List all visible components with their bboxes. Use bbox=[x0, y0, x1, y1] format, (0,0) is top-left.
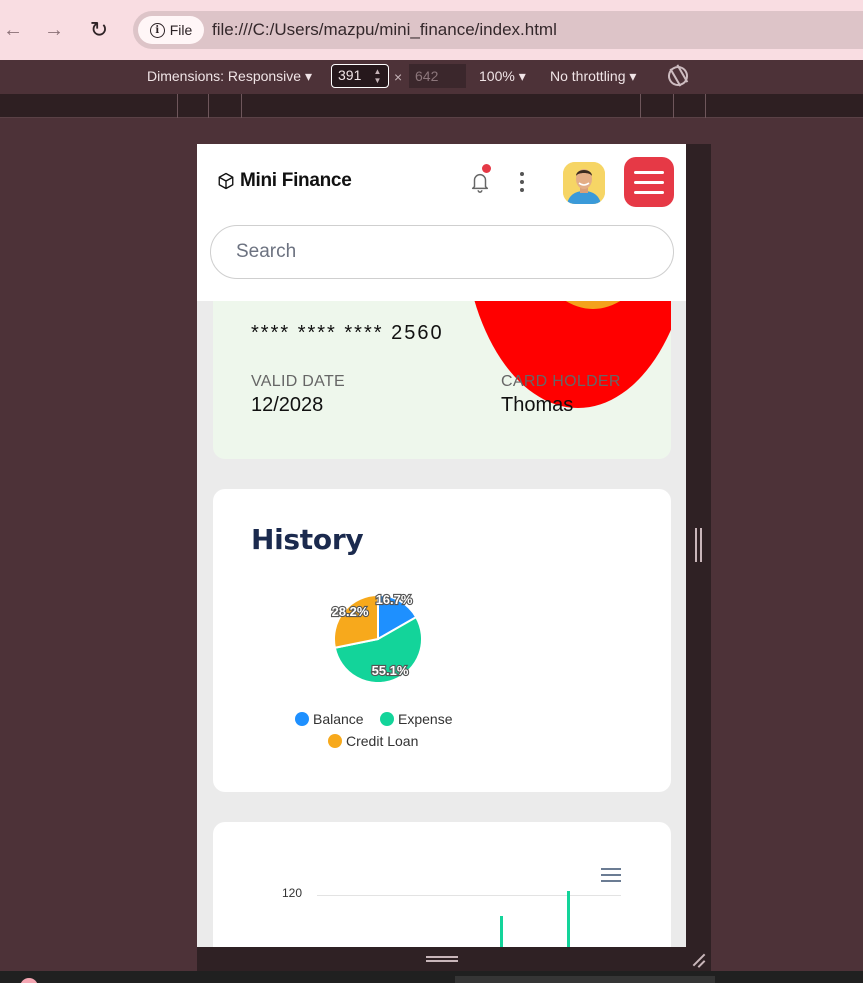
notification-dot bbox=[482, 164, 491, 173]
pie-data-label: 16.7% bbox=[376, 592, 413, 607]
reload-icon[interactable]: ↻ bbox=[86, 16, 112, 44]
pie-data-label: 28.2% bbox=[332, 604, 369, 619]
viewport-bottom-edge bbox=[197, 947, 711, 971]
ruler-tick bbox=[640, 94, 641, 118]
menu-bar bbox=[634, 190, 664, 194]
legend-dot bbox=[380, 712, 394, 726]
width-value: 391 bbox=[338, 67, 362, 83]
site-header: Mini Finance Search bbox=[197, 144, 686, 301]
avatar[interactable] bbox=[563, 162, 605, 204]
file-label: File bbox=[169, 22, 193, 38]
device-toolbar: Dimensions: Responsive ▾ 391 ▲ ▼ × 642 10… bbox=[0, 60, 863, 94]
resize-handle-bottom[interactable] bbox=[426, 956, 458, 962]
dimension-separator: × bbox=[394, 69, 403, 85]
emulated-viewport: **** **** **** 2560 VALID DATE 12/2028 C… bbox=[197, 144, 686, 947]
throttling-dropdown[interactable]: No throttling ▾ bbox=[550, 68, 636, 85]
height-input[interactable]: 642 bbox=[409, 64, 466, 88]
search-input[interactable]: Search bbox=[210, 225, 674, 279]
gridline bbox=[317, 895, 621, 896]
menu-bar bbox=[634, 170, 664, 174]
rotate-icon[interactable] bbox=[664, 62, 692, 90]
dimensions-dropdown[interactable]: Dimensions: Responsive ▾ bbox=[147, 68, 312, 85]
history-card: History 16.7% 55.1% 28.2% Balance Expense … bbox=[213, 489, 671, 792]
ruler-tick bbox=[673, 94, 674, 118]
valid-date-label: VALID DATE bbox=[251, 373, 345, 390]
height-value: 642 bbox=[415, 68, 439, 84]
avatar-image bbox=[563, 162, 605, 204]
ruler-tick bbox=[241, 94, 242, 118]
bar bbox=[500, 916, 503, 947]
taskbar bbox=[0, 971, 863, 983]
brand-logo[interactable]: Mini Finance bbox=[217, 170, 352, 192]
chart-menu-icon[interactable] bbox=[601, 868, 621, 882]
ruler-tick bbox=[208, 94, 209, 118]
legend-dot bbox=[328, 734, 342, 748]
resize-handle-right[interactable] bbox=[695, 528, 702, 562]
legend-dot bbox=[295, 712, 309, 726]
legend-item-credit-loan[interactable]: Credit Loan bbox=[328, 733, 418, 749]
forward-icon[interactable]: → bbox=[41, 16, 67, 44]
menu-toggle-button[interactable] bbox=[624, 157, 674, 207]
resize-handle-corner[interactable] bbox=[691, 953, 705, 967]
browser-address-bar: ← → ↻ i File file:///C:/Users/mazpu/mini… bbox=[0, 0, 863, 60]
ruler-tick bbox=[705, 94, 706, 118]
pie-data-label: 55.1% bbox=[372, 663, 409, 678]
back-icon[interactable]: ← bbox=[0, 16, 26, 44]
history-pie-chart: 16.7% 55.1% 28.2% bbox=[330, 591, 423, 684]
brand-name: Mini Finance bbox=[240, 170, 352, 191]
taskbar-window[interactable] bbox=[455, 976, 715, 983]
width-stepper-icon[interactable]: ▲ ▼ bbox=[371, 67, 384, 85]
card-number: **** **** **** 2560 bbox=[251, 322, 444, 344]
card-holder-value: Thomas bbox=[501, 394, 574, 416]
url-text[interactable]: file:///C:/Users/mazpu/mini_finance/inde… bbox=[212, 20, 557, 40]
pie-slice-credit-loan[interactable] bbox=[333, 593, 379, 649]
valid-date-value: 12/2028 bbox=[251, 394, 324, 416]
bar bbox=[567, 891, 570, 947]
legend-item-expense[interactable]: Expense bbox=[380, 711, 452, 727]
notification-bell-icon[interactable] bbox=[469, 170, 491, 194]
menu-bar bbox=[634, 180, 664, 184]
legend-label: Balance bbox=[313, 711, 364, 727]
taskbar-app-icon[interactable] bbox=[20, 978, 38, 983]
ruler-tick bbox=[177, 94, 178, 118]
cube-icon bbox=[218, 172, 234, 190]
omnibox[interactable]: i File file:///C:/Users/mazpu/mini_finan… bbox=[133, 11, 863, 49]
zoom-dropdown[interactable]: 100% ▾ bbox=[479, 68, 526, 85]
site-info-button[interactable]: i File bbox=[138, 16, 204, 44]
width-input[interactable]: 391 ▲ ▼ bbox=[331, 64, 389, 88]
more-options-icon[interactable] bbox=[519, 172, 525, 192]
bar-chart-card: 120 bbox=[213, 822, 671, 947]
legend-item-balance[interactable]: Balance bbox=[295, 711, 364, 727]
legend-label: Expense bbox=[398, 711, 453, 727]
legend-label: Credit Loan bbox=[346, 733, 419, 749]
info-icon: i bbox=[149, 22, 165, 38]
card-holder-label: CARD HOLDER bbox=[501, 373, 621, 390]
y-tick-label: 120 bbox=[282, 886, 303, 900]
media-query-ruler bbox=[0, 94, 863, 118]
